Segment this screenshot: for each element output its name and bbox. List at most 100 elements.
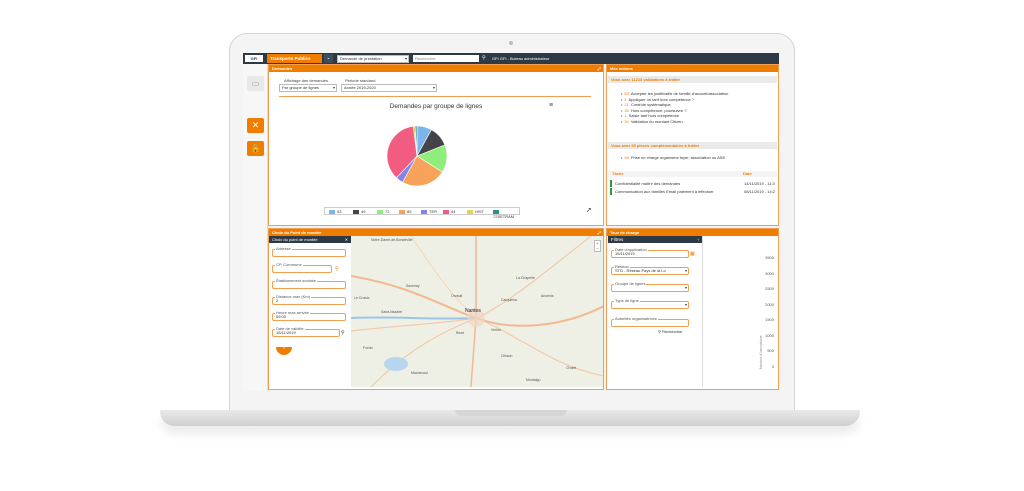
legend-item-53[interactable]: 53 [329, 209, 341, 214]
heure-field[interactable]: 09:00 Heure max arrivée [272, 310, 348, 323]
date-validite-field[interactable]: 15/11/2019 Date de validité [272, 326, 348, 339]
map-label: Notre-Dame-de-Bondeville [371, 238, 413, 242]
app-name-button[interactable]: Transports Publics [267, 54, 322, 63]
y-axis-label: Nombre d'inscriptions [759, 335, 763, 369]
expand-icon[interactable]: ⤢ [598, 229, 601, 236]
type-ligne-field[interactable]: ▾ Type de ligne [611, 298, 689, 311]
legend-item-hist[interactable]: HIST [467, 209, 484, 214]
tasks-table-header: Tâche Date [608, 171, 777, 177]
chevron-down-icon[interactable]: ⌄ [324, 54, 333, 63]
sidebar: ▭ ✕ 🔒 [243, 64, 268, 391]
map-label: Cholet [566, 366, 577, 370]
etablissement-field[interactable]: Établissement scolaire [272, 278, 348, 291]
legend-item-85[interactable]: 85 [399, 209, 411, 214]
legend-item-ter[interactable]: TER [421, 209, 437, 214]
map-label: Saint-Nazaire [381, 310, 403, 314]
legend-item-49[interactable]: 49 [353, 209, 365, 214]
legend-swatch [443, 209, 449, 214]
legend-item-44[interactable]: 44 [443, 209, 455, 214]
app-screen: GFI Transports Publics ⌄ Demande de pres… [243, 53, 779, 391]
legend-label: 49 [361, 209, 366, 214]
monitor-icon[interactable]: ▭ [247, 76, 264, 91]
list-item[interactable]: 30Validation du montant Citizen [621, 119, 728, 125]
search-icon[interactable]: ⚲ [341, 330, 345, 336]
dropdown-arrow-icon: ▾ [332, 85, 335, 90]
expand-icon[interactable]: ⤢ [598, 65, 601, 72]
table-row[interactable]: Confidentialité maître des demandes 14/11… [610, 180, 777, 187]
map-label: La Chapelle [516, 276, 535, 280]
user-label[interactable]: GFI GFI - Bureau administrateur [492, 55, 549, 62]
hamburger-menu-icon[interactable]: ≡ [549, 102, 553, 109]
map-label: Nantes [465, 308, 481, 314]
app-logo[interactable]: GFI [245, 55, 263, 62]
mes-actions-panel: Mes actions Vous avez 11213 validations … [606, 64, 779, 226]
chevron-left-icon[interactable]: ‹ [698, 236, 700, 243]
legend-item-72setram[interactable]: 72SETRAM [493, 209, 519, 219]
panel-header: Taux de charge [607, 229, 778, 236]
top-bar: GFI Transports Publics ⌄ Demande de pres… [243, 53, 779, 64]
reseau-field[interactable]: STD - Réseau Pays de la Lo ▾ Réseau [611, 264, 689, 277]
map-label: Pornic [363, 346, 373, 350]
point-form: Choix du point de montée ✕ Adresse CP, Co… [269, 236, 351, 386]
panel-title: Taux de charge [610, 230, 640, 235]
list-item[interactable]: 90Prise en charge organisme foyer, assoc… [621, 155, 725, 161]
panel-header: Choix du Point de montée ⤢ [269, 229, 603, 236]
map-label: Clisson [501, 354, 513, 358]
adresse-field[interactable]: Adresse [272, 246, 348, 259]
close-icon[interactable]: ✕ [345, 236, 348, 243]
mouse-cursor-icon: ➚ [586, 207, 592, 214]
legend-swatch [353, 209, 359, 214]
legend-item-72[interactable]: 72 [377, 209, 389, 214]
tools-icon[interactable]: ✕ [247, 118, 264, 133]
map-label: Rezé [456, 331, 465, 335]
camera-icon [509, 41, 513, 45]
distance-field[interactable]: 2 Distance max (Km) [272, 294, 348, 307]
demandes-panel: Demandes ⤢ Affichage des demandes Par gro… [268, 64, 604, 226]
table-row[interactable]: Communication aux familles Email paiemen… [610, 188, 777, 195]
search-button[interactable]: ⚲ Rechercher [658, 329, 683, 334]
date-application-field[interactable]: 15/11/2019 Date d'application [611, 247, 689, 260]
filters-pane: Filtres ‹ 15/11/2019 Date d'application ▦ … [608, 236, 703, 386]
map[interactable]: Notre-Dame-de-Bondeville Nantes Le Crois… [351, 236, 603, 387]
pieces-list: 90Prise en charge organisme foyer, assoc… [621, 155, 725, 161]
dropdown-arrow-icon: ▾ [684, 302, 687, 307]
laptop-notch [455, 410, 567, 416]
legend-label: 53 [337, 209, 342, 214]
panel-header: Mes actions [607, 65, 778, 72]
groupe-lignes-field[interactable]: ▾ Groupe de lignes [611, 281, 689, 294]
pie-chart [386, 125, 448, 187]
autorites-field[interactable]: Autorités organisatrices [611, 316, 689, 329]
dropdown-arrow-icon: ▾ [684, 285, 687, 290]
column-header-date: Date [743, 171, 752, 176]
column-header-tache: Tâche [612, 171, 624, 176]
pieces-header: Vous avez 90 pièces complémentaires à tr… [608, 142, 777, 149]
search-icon[interactable]: ⚲ [482, 55, 486, 61]
periode-select[interactable]: Année 2019-2020 ▾ [341, 84, 437, 92]
filters-header[interactable]: Filtres ‹ [608, 236, 702, 243]
map-label: Montaigu [526, 378, 541, 382]
map-zoom-control[interactable]: + − [594, 240, 601, 252]
calendar-icon[interactable]: ▦ [690, 251, 695, 257]
panel-title: Demandes [272, 66, 293, 71]
map-label: Orvault [451, 294, 463, 298]
periode-label: Période standard [345, 78, 376, 83]
search-icon: ⚲ [658, 329, 661, 334]
legend-label: 85 [407, 209, 412, 214]
affichage-select[interactable]: Par groupe de lignes ▾ [279, 84, 337, 92]
prestation-select[interactable]: Demande de prestation ▾ [337, 54, 409, 63]
dropdown-arrow-icon: ▾ [684, 268, 687, 273]
affichage-label: Affichage des demandes [284, 78, 328, 83]
search-icon[interactable]: ⚲ [335, 266, 339, 272]
chart-legend: 53 49 72 85 TER 44 HIST 72SETRAM [324, 207, 520, 219]
global-search-input[interactable]: Rechercher [413, 55, 479, 62]
map-label: Ancenis [541, 294, 554, 298]
map-label: Savenay [406, 284, 420, 288]
legend-swatch [377, 209, 383, 214]
map-label: Le Croisic [354, 296, 370, 300]
legend-label: 72 [385, 209, 390, 214]
validations-header: Vous avez 11213 validations à traiter [608, 76, 777, 83]
map-label: Carquefou [501, 298, 518, 302]
panel-header: Demandes ⤢ [269, 65, 603, 72]
lock-icon[interactable]: 🔒 [247, 141, 264, 156]
choix-point-panel: Choix du Point de montée ⤢ Choix du point… [268, 228, 604, 390]
